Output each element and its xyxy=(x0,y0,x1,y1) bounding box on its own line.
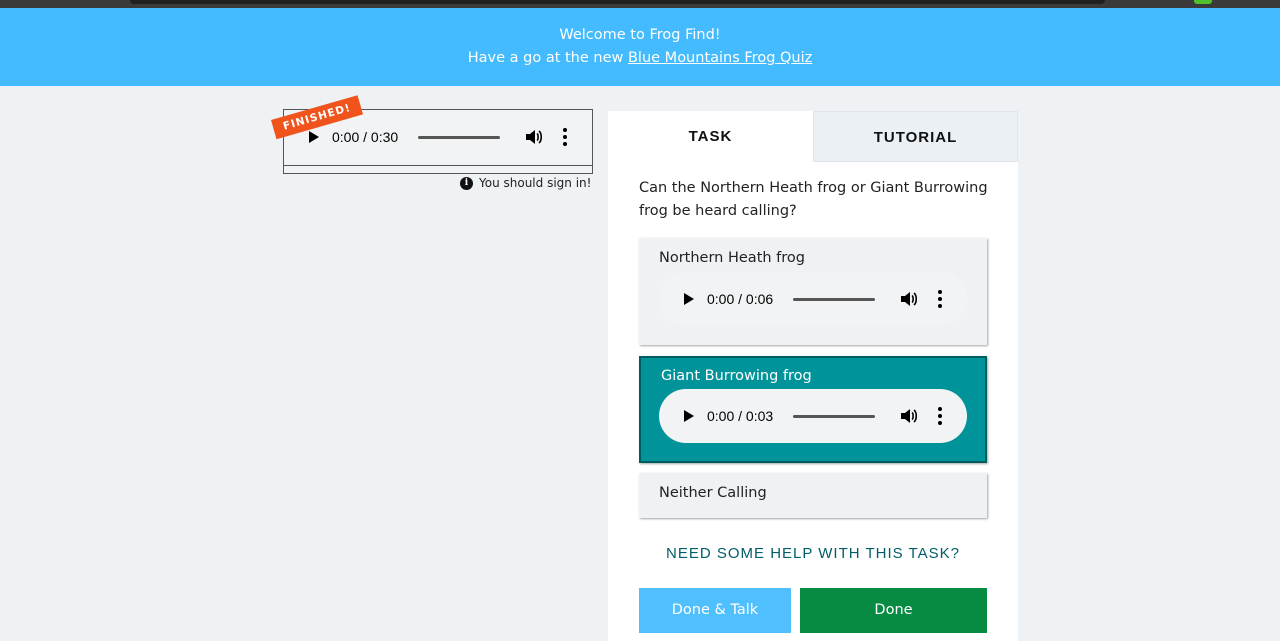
banner-subtitle-prefix: Have a go at the new xyxy=(467,50,624,66)
volume-icon[interactable] xyxy=(899,290,917,308)
done-and-talk-button[interactable]: Done & Talk xyxy=(639,588,791,633)
banner-title: Welcome to Frog Find! xyxy=(559,27,721,43)
play-icon[interactable] xyxy=(684,293,694,305)
answer-audio-player[interactable]: 0:00 / 0:06 xyxy=(659,272,967,326)
audio-progress-track[interactable] xyxy=(793,298,875,301)
more-vertical-icon[interactable] xyxy=(563,128,567,146)
answer-label: Giant Burrowing frog xyxy=(661,368,812,384)
audio-time: 0:00 / 0:06 xyxy=(707,291,774,307)
answer-audio-player[interactable]: 0:00 / 0:03 xyxy=(659,389,967,443)
audio-progress-track[interactable] xyxy=(418,136,500,139)
answer-neither-calling[interactable]: Neither Calling xyxy=(639,473,987,518)
welcome-banner: Welcome to Frog Find! Have a go at the n… xyxy=(0,8,1280,86)
answer-northern-heath-frog[interactable]: Northern Heath frog 0:00 / 0:06 xyxy=(639,238,987,345)
answer-label: Neither Calling xyxy=(659,485,767,501)
task-panel: TASK TUTORIAL Can the Northern Heath fro… xyxy=(608,111,1018,641)
volume-icon[interactable] xyxy=(524,128,542,146)
browser-address-bar[interactable] xyxy=(130,0,1105,4)
answer-giant-burrowing-frog[interactable]: Giant Burrowing frog 0:00 / 0:03 xyxy=(639,356,987,463)
task-question: Can the Northern Heath frog or Giant Bur… xyxy=(639,180,988,219)
browser-extension-badge[interactable] xyxy=(1194,0,1212,4)
play-icon[interactable] xyxy=(309,131,319,143)
more-vertical-icon[interactable] xyxy=(938,407,942,425)
sign-in-text: You should sign in! xyxy=(479,176,592,190)
tab-tutorial[interactable]: TUTORIAL xyxy=(813,111,1018,162)
banner-subtitle: Have a go at the new Blue Mountains Frog… xyxy=(0,47,1280,70)
more-vertical-icon[interactable] xyxy=(938,290,942,308)
browser-top-strip xyxy=(0,0,1280,8)
play-icon[interactable] xyxy=(684,410,694,422)
tab-task[interactable]: TASK xyxy=(608,111,813,162)
info-icon: i xyxy=(460,176,473,190)
audio-time: 0:00 / 0:03 xyxy=(707,408,774,424)
quiz-link[interactable]: Blue Mountains Frog Quiz xyxy=(628,50,812,66)
done-button[interactable]: Done xyxy=(800,588,987,633)
sign-in-notice: i You should sign in! xyxy=(460,176,591,190)
answer-label: Northern Heath frog xyxy=(659,250,805,266)
task-help-link[interactable]: NEED SOME HELP WITH THIS TASK? xyxy=(608,545,1018,562)
volume-icon[interactable] xyxy=(899,407,917,425)
panel-tabs: TASK TUTORIAL xyxy=(608,111,1018,162)
audio-progress-track[interactable] xyxy=(793,415,875,418)
